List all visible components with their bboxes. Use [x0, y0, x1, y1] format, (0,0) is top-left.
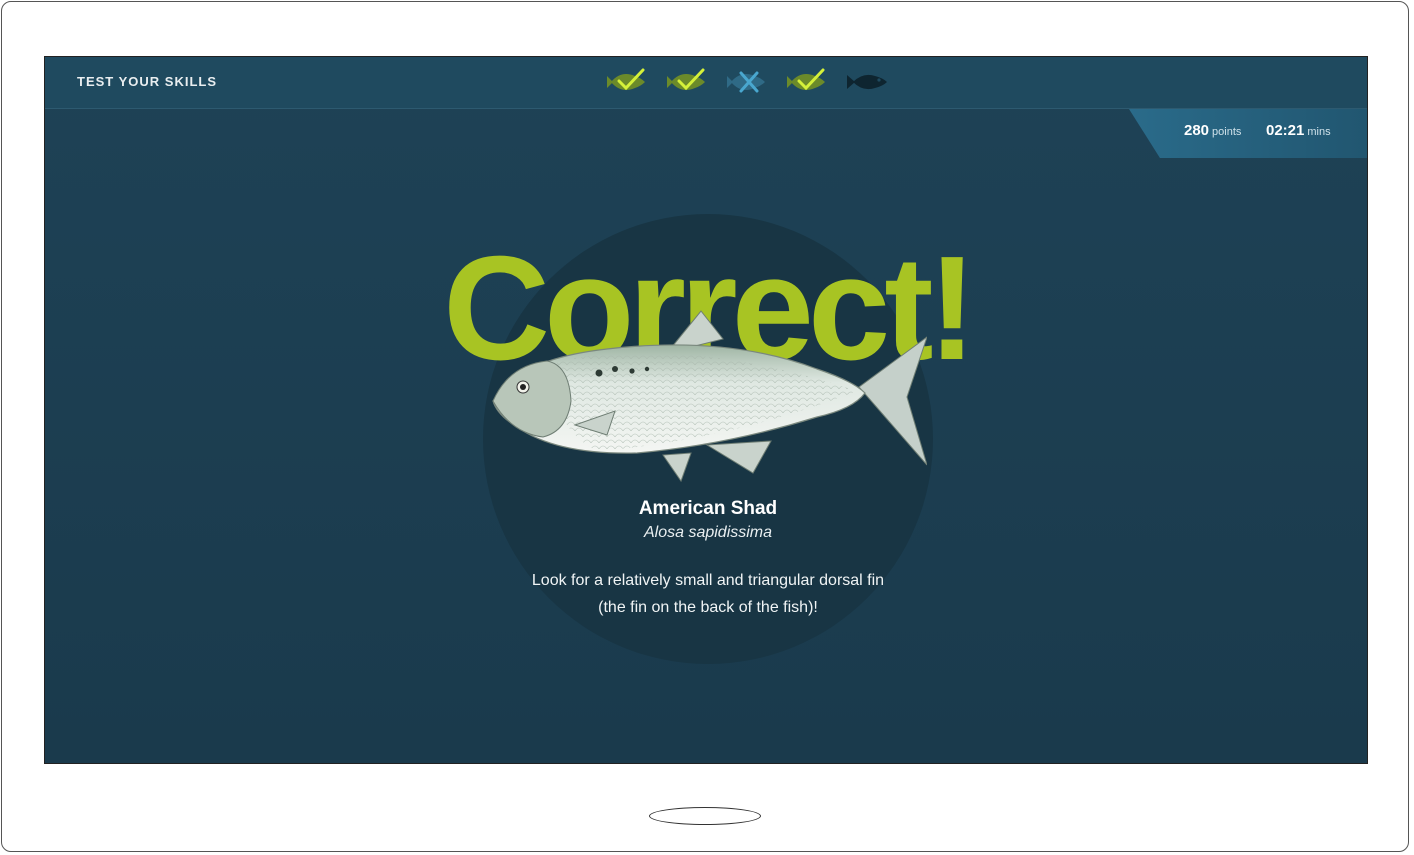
points-value: 280 — [1184, 122, 1210, 139]
fish-scientific-name: Alosa sapidissima — [643, 524, 773, 541]
fish-check-icon — [607, 68, 645, 91]
identification-hint: Look for a relatively small and triangul… — [458, 567, 958, 621]
hint-line-2: (the fin on the back of the fish)! — [598, 599, 818, 616]
points-unit: points — [1212, 126, 1242, 138]
score-panel: 280 points 02:21 mins — [1129, 109, 1367, 158]
hint-line-1: Look for a relatively small and triangul… — [531, 572, 885, 589]
fish-icon — [847, 74, 887, 90]
top-bar: TEST YOUR SKILLS — [45, 57, 1367, 109]
fish-check-icon — [787, 68, 825, 91]
time-value: 02:21 — [1266, 122, 1305, 139]
fish-common-name: American Shad — [638, 498, 778, 519]
fish-illustration — [492, 310, 927, 483]
home-button[interactable] — [649, 807, 761, 825]
quiz-screen: TEST YOUR SKILLS 280 points 02:21 mins C… — [44, 56, 1368, 764]
fish-check-icon — [667, 68, 705, 91]
quiz-title: TEST YOUR SKILLS — [77, 74, 217, 89]
time-unit: mins — [1307, 126, 1331, 138]
time-stat: 02:21 mins — [1266, 122, 1331, 139]
fish-cross-icon — [727, 71, 765, 93]
points-stat: 280 points — [1184, 122, 1241, 139]
